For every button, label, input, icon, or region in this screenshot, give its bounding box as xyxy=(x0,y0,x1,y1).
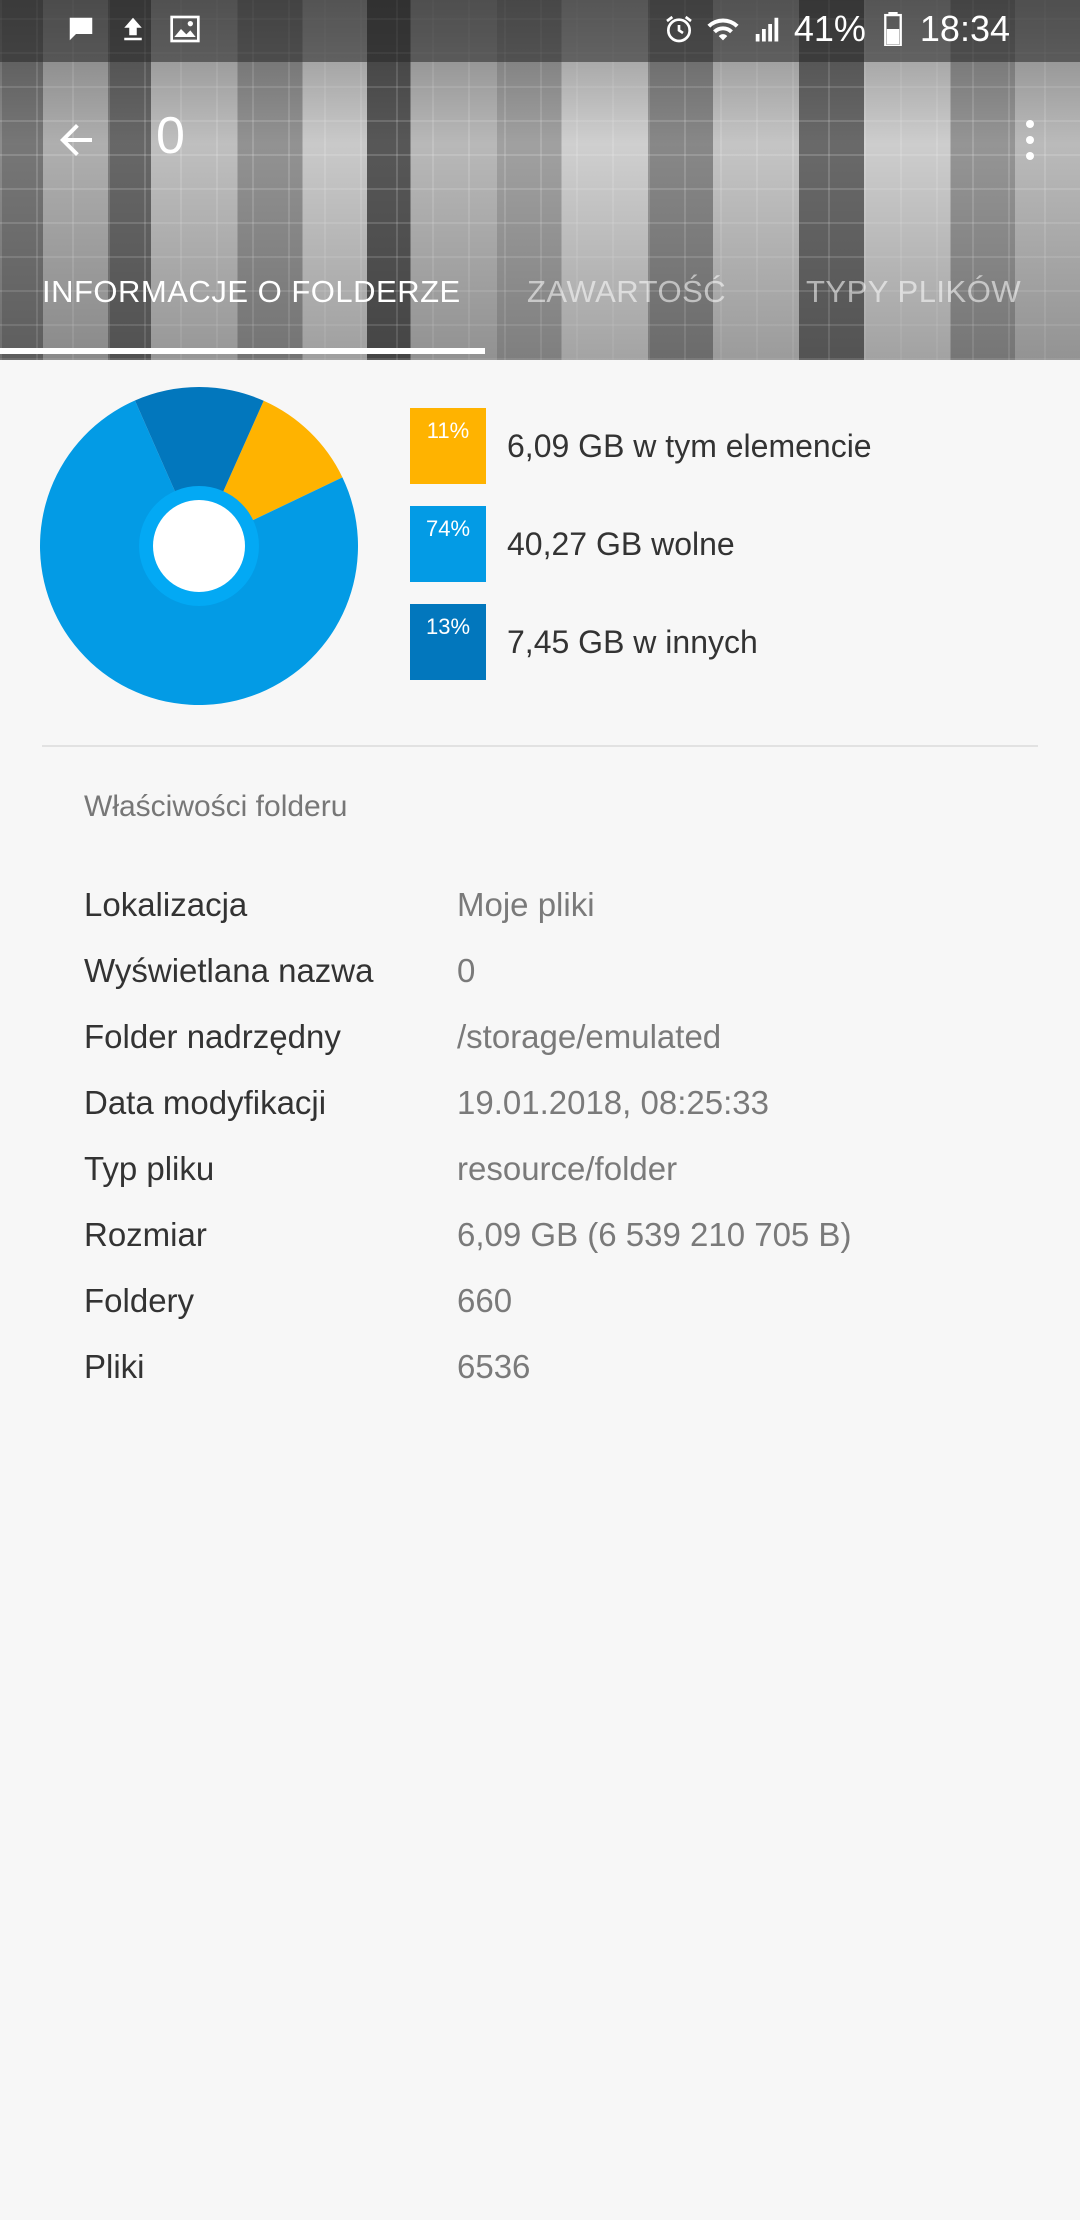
tab-contents[interactable]: ZAWARTOŚĆ xyxy=(527,274,726,310)
upload-icon xyxy=(116,12,150,46)
property-row-folders: Foldery 660 xyxy=(0,1282,1080,1342)
tab-bar: INFORMACJE O FOLDERZE ZAWARTOŚĆ TYPY PLI… xyxy=(0,268,1080,354)
back-button[interactable] xyxy=(44,108,108,172)
property-label: Foldery xyxy=(84,1282,195,1319)
property-label: Typ pliku xyxy=(84,1150,215,1187)
property-value: 0 xyxy=(457,952,476,989)
clock: 18:34 xyxy=(919,8,1010,49)
legend-label: 40,27 GB wolne xyxy=(507,526,735,562)
property-row-parent-folder: Folder nadrzędny /storage/emulated xyxy=(0,1018,1080,1078)
property-row-display-name: Wyświetlana nazwa 0 xyxy=(0,952,1080,1012)
legend-swatch: 13% xyxy=(410,604,486,680)
properties-heading: Właściwości folderu xyxy=(84,790,348,823)
legend-swatch: 74% xyxy=(410,506,486,582)
legend-label: 6,09 GB w tym elemencie xyxy=(507,428,872,464)
pie-center-hole xyxy=(153,500,245,592)
property-row-files: Pliki 6536 xyxy=(0,1348,1080,1408)
header-banner: 41% 18:34 0 INFORMACJE O FOLDERZE ZAWART… xyxy=(0,0,1080,360)
legend-swatch: 11% xyxy=(410,408,486,484)
property-row-modified-date: Data modyfikacji 19.01.2018, 08:25:33 xyxy=(0,1084,1080,1144)
property-value: resource/folder xyxy=(457,1150,678,1187)
property-label: Rozmiar xyxy=(84,1216,207,1253)
section-divider xyxy=(42,745,1038,747)
notification-icons xyxy=(64,12,202,46)
active-tab-indicator xyxy=(0,348,485,354)
property-value: Moje pliki xyxy=(457,886,595,923)
battery-percent: 41% xyxy=(793,8,866,49)
property-value: 6536 xyxy=(457,1348,531,1385)
property-value: 6,09 GB (6 539 210 705 B) xyxy=(457,1216,852,1253)
alarm-icon xyxy=(662,12,696,46)
property-label: Lokalizacja xyxy=(84,886,248,923)
tab-folder-info[interactable]: INFORMACJE O FOLDERZE xyxy=(42,274,461,310)
property-row-location: Lokalizacja Moje pliki xyxy=(0,886,1080,946)
tab-file-types[interactable]: TYPY PLIKÓW xyxy=(806,274,1021,310)
message-icon xyxy=(64,12,98,46)
toolbar: 0 xyxy=(0,90,1080,190)
property-value: 19.01.2018, 08:25:33 xyxy=(457,1084,769,1121)
property-label: Pliki xyxy=(84,1348,145,1385)
more-vert-icon xyxy=(1026,120,1034,128)
image-icon xyxy=(168,12,202,46)
property-label: Wyświetlana nazwa xyxy=(84,952,374,989)
property-value: /storage/emulated xyxy=(457,1018,722,1055)
property-value: 660 xyxy=(457,1282,513,1319)
status-bar: 41% 18:34 xyxy=(0,0,1080,62)
signal-icon xyxy=(750,12,784,46)
system-icons: 41% 18:34 xyxy=(662,8,1010,50)
storage-pie-chart xyxy=(40,387,358,705)
arrow-left-icon xyxy=(60,124,92,156)
battery-icon xyxy=(876,12,910,46)
property-row-file-type: Typ pliku resource/folder xyxy=(0,1150,1080,1210)
property-row-size: Rozmiar 6,09 GB (6 539 210 705 B) xyxy=(0,1216,1080,1276)
legend-label: 7,45 GB w innych xyxy=(507,624,758,660)
wifi-icon xyxy=(706,12,740,46)
folder-title: 0 xyxy=(156,107,185,165)
property-label: Folder nadrzędny xyxy=(84,1018,341,1055)
more-options-button[interactable] xyxy=(1010,108,1050,172)
property-label: Data modyfikacji xyxy=(84,1084,327,1121)
storage-chart-section: 11% 6,09 GB w tym elemencie 74% 40,27 GB… xyxy=(0,360,1080,746)
